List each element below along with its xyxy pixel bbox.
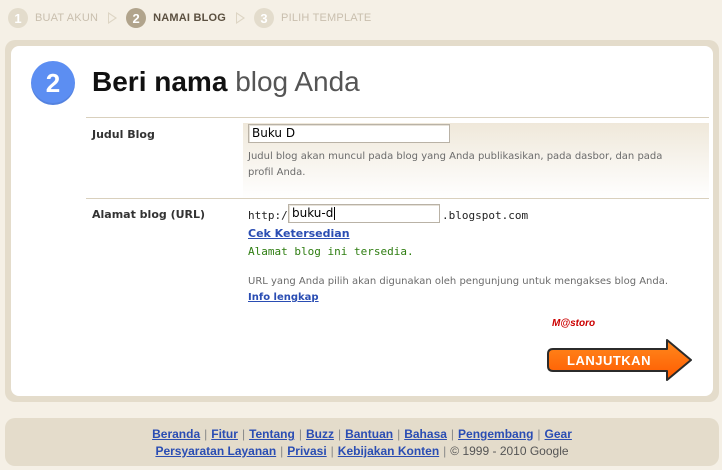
info-lengkap-link[interactable]: Info lengkap	[248, 292, 319, 303]
step-number-3: 3	[254, 8, 275, 28]
step-arrow-icon	[108, 12, 118, 24]
step-label-2: NAMAI BLOG	[153, 12, 227, 24]
footer-link-pengembang[interactable]: Pengembang	[458, 427, 533, 441]
blog-address-value: buku-d	[292, 206, 334, 220]
divider	[86, 117, 709, 118]
blog-title-label: Judul Blog	[92, 128, 155, 141]
watermark-signature: M@storo	[552, 318, 596, 329]
step-namai-blog: 2 NAMAI BLOG	[126, 8, 226, 28]
step-pilih-template: 3 PILIH TEMPLATE	[254, 8, 371, 28]
blog-title-input[interactable]: Buku D	[248, 124, 450, 143]
footer-link-beranda[interactable]: Beranda	[152, 427, 200, 441]
footer-link-persyaratan[interactable]: Persyaratan Layanan	[155, 444, 276, 458]
page-title-light: blog Anda	[235, 66, 360, 97]
page-title-strong: Beri nama	[92, 66, 228, 97]
step-number-1: 1	[8, 8, 28, 28]
footer-link-buzz[interactable]: Buzz	[306, 427, 334, 441]
footer-links-row-1: Beranda | Fitur | Tentang | Buzz | Bantuan | Bahas…	[152, 427, 572, 441]
footer-link-gear[interactable]: Gear	[545, 427, 572, 441]
step-number-2: 2	[126, 8, 147, 28]
footer-link-tentang[interactable]: Tentang	[249, 427, 295, 441]
progress-steps: 1 BUAT AKUN 2 NAMAI BLOG 3 PILIH TEMPLAT…	[8, 7, 371, 29]
blog-address-help-text: URL yang Anda pilih akan digunakan oleh …	[248, 276, 669, 287]
step-label-3: PILIH TEMPLATE	[281, 12, 372, 24]
footer: Beranda | Fitur | Tentang | Buzz | Bantuan | Bahas…	[5, 418, 719, 466]
main-panel-frame: 2 Beri nama blog Anda Judul Blog Buku D …	[5, 40, 719, 402]
step-buat-akun: 1 BUAT AKUN	[8, 8, 98, 28]
footer-link-privasi[interactable]: Privasi	[287, 444, 326, 458]
blog-address-help: URL yang Anda pilih akan digunakan oleh …	[248, 274, 688, 306]
blog-address-label: Alamat blog (URL)	[92, 208, 206, 221]
step-label-1: BUAT AKUN	[35, 12, 99, 24]
copyright: © 1999 - 2010 Google	[450, 444, 569, 458]
blog-title-help: Judul blog akan muncul pada blog yang An…	[248, 151, 663, 178]
footer-link-bantuan[interactable]: Bantuan	[345, 427, 393, 441]
blog-title-value: Buku D	[252, 126, 296, 140]
page-title: Beri nama blog Anda	[92, 65, 360, 99]
step-arrow-icon	[236, 12, 246, 24]
availability-status: Alamat blog ini tersedia.	[248, 245, 414, 258]
main-panel: 2 Beri nama blog Anda Judul Blog Buku D …	[11, 46, 713, 396]
text-caret	[334, 207, 336, 220]
footer-link-fitur[interactable]: Fitur	[211, 427, 238, 441]
divider	[86, 198, 709, 199]
footer-link-kebijakan[interactable]: Kebijakan Konten	[338, 444, 439, 458]
current-step-badge: 2	[31, 61, 75, 105]
check-availability-link[interactable]: Cek Ketersedian	[248, 227, 350, 240]
footer-links-row-2: Persyaratan Layanan | Privasi | Kebijakan Ko…	[155, 444, 569, 458]
continue-button-label: LANJUTKAN	[567, 352, 651, 368]
footer-link-bahasa[interactable]: Bahasa	[404, 427, 447, 441]
url-suffix: .blogspot.com	[442, 209, 529, 222]
continue-button[interactable]: LANJUTKAN	[545, 337, 695, 383]
blog-address-input[interactable]: buku-d	[288, 204, 440, 223]
